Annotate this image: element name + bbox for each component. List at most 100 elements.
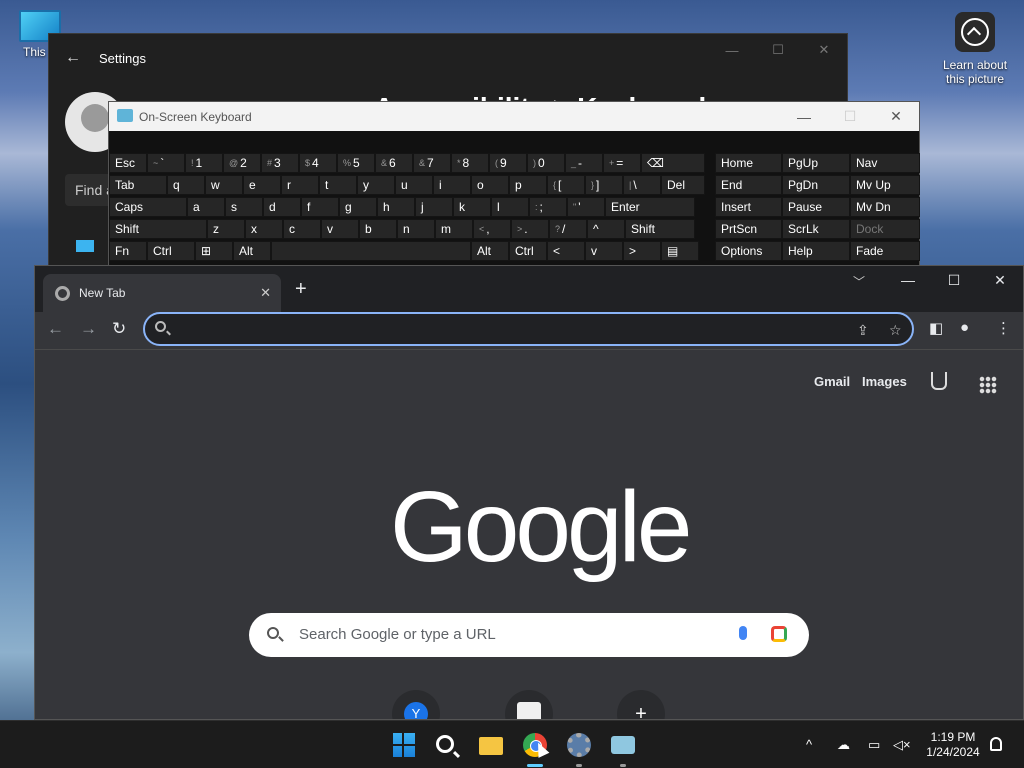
file-explorer-icon[interactable] xyxy=(479,737,503,755)
chrome-minimize-button[interactable]: — xyxy=(885,266,931,294)
close-button[interactable]: ✕ xyxy=(801,34,847,66)
forward-arrow-icon[interactable]: → xyxy=(80,319,97,339)
osk-key[interactable]: + = xyxy=(603,153,641,173)
network-icon[interactable]: ▭ xyxy=(868,737,880,753)
osk-key[interactable]: < xyxy=(547,241,585,261)
shortcut-tile[interactable] xyxy=(505,690,553,719)
osk-key[interactable]: Enter xyxy=(605,197,695,217)
notification-bell-icon[interactable] xyxy=(990,737,1002,751)
back-arrow-icon[interactable]: ← xyxy=(65,49,81,67)
osk-key[interactable]: v xyxy=(321,219,359,239)
osk-key[interactable]: Del xyxy=(661,175,705,195)
chrome-maximize-button[interactable]: ☐ xyxy=(931,266,977,294)
osk-key[interactable]: ! 1 xyxy=(185,153,223,173)
osk-nav-key[interactable]: Insert xyxy=(715,197,782,217)
osk-key[interactable]: k xyxy=(453,197,491,217)
osk-key[interactable]: }] xyxy=(585,175,623,195)
osk-key[interactable]: Caps xyxy=(109,197,187,217)
system-icon[interactable] xyxy=(76,240,94,252)
osk-key[interactable]: ▤ xyxy=(661,241,699,261)
osk-key[interactable] xyxy=(271,241,471,261)
osk-key[interactable]: y xyxy=(357,175,395,195)
osk-taskbar-icon[interactable] xyxy=(611,736,635,754)
chrome-close-button[interactable]: ✕ xyxy=(977,266,1023,294)
share-icon[interactable]: ⇪ xyxy=(857,322,869,339)
osk-key[interactable]: Shift xyxy=(625,219,695,239)
osk-key[interactable]: & 6 xyxy=(375,153,413,173)
osk-nav-key[interactable]: Mv Dn xyxy=(850,197,920,217)
osk-key[interactable]: | \ xyxy=(623,175,661,195)
osk-key[interactable]: d xyxy=(263,197,301,217)
osk-key[interactable]: g xyxy=(339,197,377,217)
osk-key[interactable]: >. xyxy=(511,219,549,239)
osk-key[interactable]: v xyxy=(585,241,623,261)
osk-key[interactable]: n xyxy=(397,219,435,239)
osk-key[interactable]: q xyxy=(167,175,205,195)
osk-key[interactable]: Ctrl xyxy=(509,241,547,261)
menu-dots-icon[interactable]: ⋮ xyxy=(996,319,1011,337)
osk-key[interactable]: ? / xyxy=(549,219,587,239)
osk-nav-key[interactable]: Mv Up xyxy=(850,175,920,195)
osk-key[interactable]: e xyxy=(243,175,281,195)
osk-key[interactable]: Tab xyxy=(109,175,167,195)
side-panel-icon[interactable]: ◧ xyxy=(929,319,943,337)
osk-nav-key[interactable]: End xyxy=(715,175,782,195)
osk-key[interactable]: (9 xyxy=(489,153,527,173)
osk-nav-key[interactable]: PgDn xyxy=(782,175,850,195)
osk-key[interactable]: Shift xyxy=(109,219,207,239)
profile-icon[interactable]: ● xyxy=(960,319,969,336)
osk-key[interactable]: Esc xyxy=(109,153,147,173)
osk-key[interactable]: h xyxy=(377,197,415,217)
labs-flask-icon[interactable] xyxy=(931,372,947,390)
minimize-button[interactable]: — xyxy=(709,34,755,66)
osk-key[interactable]: i xyxy=(433,175,471,195)
osk-nav-key[interactable]: Nav xyxy=(850,153,920,173)
settings-gear-icon[interactable] xyxy=(567,733,591,757)
osk-key[interactable]: ) 0 xyxy=(527,153,565,173)
osk-maximize-button[interactable]: ☐ xyxy=(827,102,873,131)
apps-grid-icon[interactable] xyxy=(979,376,997,394)
osk-key[interactable]: l xyxy=(491,197,529,217)
osk-key[interactable]: #3 xyxy=(261,153,299,173)
gmail-link[interactable]: Gmail xyxy=(814,374,850,389)
new-tab-plus-icon[interactable]: + xyxy=(295,278,307,301)
reload-icon[interactable]: ↻ xyxy=(112,319,126,339)
osk-key[interactable]: r xyxy=(281,175,319,195)
images-link[interactable]: Images xyxy=(862,374,907,389)
osk-key[interactable]: t xyxy=(319,175,357,195)
osk-nav-key[interactable]: Options xyxy=(715,241,782,261)
osk-key[interactable]: p xyxy=(509,175,547,195)
shortcut-tile-y[interactable]: Y xyxy=(392,690,440,719)
osk-key[interactable]: Alt xyxy=(471,241,509,261)
osk-key[interactable]: Ctrl xyxy=(147,241,195,261)
osk-key[interactable]: w xyxy=(205,175,243,195)
osk-key[interactable]: Alt xyxy=(233,241,271,261)
osk-key[interactable]: > xyxy=(623,241,661,261)
osk-key[interactable]: m xyxy=(435,219,473,239)
back-arrow-icon[interactable]: ← xyxy=(47,319,64,339)
osk-nav-key[interactable]: Pause xyxy=(782,197,850,217)
osk-key[interactable]: b xyxy=(359,219,397,239)
tab-close-icon[interactable]: ✕ xyxy=(260,285,271,301)
taskbar-search-icon[interactable] xyxy=(436,735,454,753)
osk-key[interactable]: * 8 xyxy=(451,153,489,173)
osk-nav-key[interactable]: ScrLk xyxy=(782,219,850,239)
learn-about-picture-icon[interactable]: Learn about this picture xyxy=(934,12,1016,86)
bookmark-star-icon[interactable]: ☆ xyxy=(889,322,902,339)
osk-key[interactable]: f xyxy=(301,197,339,217)
osk-nav-key[interactable]: Help xyxy=(782,241,850,261)
google-search-box[interactable]: Search Google or type a URL xyxy=(249,613,809,657)
osk-key[interactable]: u xyxy=(395,175,433,195)
osk-key[interactable]: z xyxy=(207,219,245,239)
address-bar[interactable]: ⇪ ☆ xyxy=(143,312,914,346)
maximize-button[interactable]: ☐ xyxy=(755,34,801,66)
osk-key[interactable]: % 5 xyxy=(337,153,375,173)
osk-key[interactable]: ^ xyxy=(587,219,625,239)
osk-key[interactable]: x xyxy=(245,219,283,239)
osk-key[interactable]: j xyxy=(415,197,453,217)
osk-nav-key[interactable]: PgUp xyxy=(782,153,850,173)
osk-key[interactable]: ~ ` xyxy=(147,153,185,173)
osk-key[interactable]: @2 xyxy=(223,153,261,173)
osk-key[interactable]: & 7 xyxy=(413,153,451,173)
osk-key[interactable]: _ - xyxy=(565,153,603,173)
